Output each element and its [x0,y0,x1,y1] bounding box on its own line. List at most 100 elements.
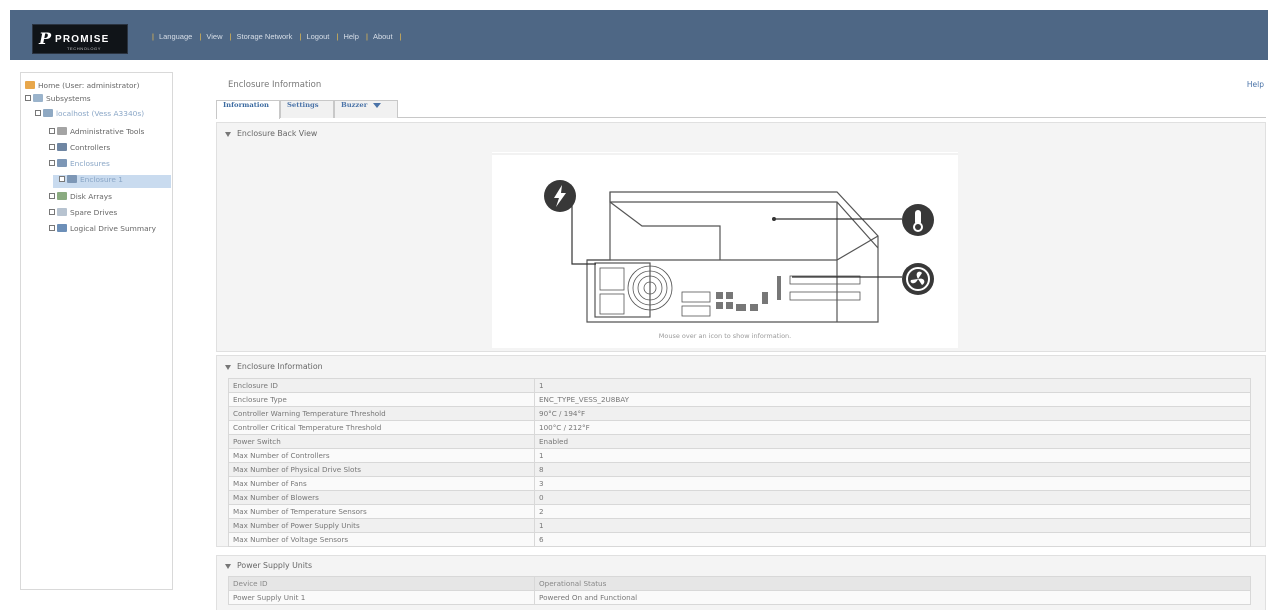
property-value: 2 [534,504,1251,519]
table-row: Power Switch Enabled [228,434,1251,449]
expand-toggle-icon[interactable] [49,160,55,166]
property-value: 1 [534,378,1251,393]
enclosure-back-view-diagram: Mouse over an icon to show information. [492,152,958,348]
nav-help[interactable]: Help [343,32,358,41]
thermometer-icon[interactable] [902,204,934,236]
navigation-tree: Home (User: administrator) Subsystems lo… [20,72,173,590]
fan-icon[interactable] [902,263,934,295]
help-link[interactable]: Help [1247,80,1264,89]
property-label: Max Number of Temperature Sensors [228,504,535,519]
controller-icon [57,143,67,151]
tab-information[interactable]: Information [216,100,280,119]
property-label: Max Number of Physical Drive Slots [228,462,535,477]
table-row: Power Supply Unit 1 Powered On and Functi… [228,590,1251,605]
top-header-bar: P PROMISE TECHNOLOGY | Language | View | St… [10,10,1268,60]
power-supply-table: Device ID Operational Status Power Supply … [228,576,1251,605]
enclosure-info-table: Enclosure ID 1 Enclosure Type ENC_TYPE_VESS… [228,378,1251,547]
nav-storage-network[interactable]: Storage Network [237,32,293,41]
expand-toggle-icon[interactable] [25,95,31,101]
property-value: Enabled [534,434,1251,449]
tab-settings[interactable]: Settings [280,100,334,118]
property-label: Controller Critical Temperature Threshol… [228,420,535,435]
property-value: ENC_TYPE_VESS_2U8BAY [534,392,1251,407]
tree-item-administrative-tools[interactable]: Administrative Tools [49,127,144,140]
tree-item-disk-arrays[interactable]: Disk Arrays [49,192,112,205]
table-row: Max Number of Voltage Sensors 6 [228,532,1251,547]
chevron-down-icon[interactable] [373,102,382,108]
tab-bar: Information Settings Buzzer [216,100,1266,119]
nav-logout[interactable]: Logout [306,32,329,41]
property-label: Max Number of Voltage Sensors [228,532,535,547]
power-icon[interactable] [544,180,576,212]
table-row: Enclosure Type ENC_TYPE_VESS_2U8BAY [228,392,1251,407]
property-value: 6 [534,532,1251,547]
expand-toggle-icon[interactable] [49,144,55,150]
property-label: Max Number of Power Supply Units [228,518,535,533]
property-value: 1 [534,518,1251,533]
table-row: Max Number of Physical Drive Slots 8 [228,462,1251,477]
promise-logo: P PROMISE TECHNOLOGY [32,24,128,54]
expand-toggle-icon[interactable] [49,225,55,231]
temperature-gauge-icon [913,210,923,232]
tree-item-localhost[interactable]: localhost (Vess A3340s) [35,109,144,122]
tree-item-home[interactable]: Home (User: administrator) [25,81,139,94]
table-row: Max Number of Controllers 1 [228,448,1251,463]
property-label: Power Switch [228,434,535,449]
property-value: 1 [534,448,1251,463]
expand-toggle-icon[interactable] [49,193,55,199]
nav-view[interactable]: View [206,32,222,41]
lightning-bolt-icon [554,185,566,207]
table-row: Max Number of Fans 3 [228,476,1251,491]
property-label: Enclosure Type [228,392,535,407]
table-row: Enclosure ID 1 [228,378,1251,393]
subsystems-icon [33,94,43,102]
property-label: Max Number of Controllers [228,448,535,463]
table-row: Controller Warning Temperature Threshold… [228,406,1251,421]
property-value: 100°C / 212°F [534,420,1251,435]
collapse-triangle-icon [225,563,231,569]
home-icon [25,81,35,89]
property-value: Powered On and Functional [534,590,1251,605]
tree-item-spare-drives[interactable]: Spare Drives [49,208,117,221]
spare-drive-icon [57,208,67,216]
tools-icon [57,127,67,135]
tab-buzzer[interactable]: Buzzer [334,100,398,118]
collapse-triangle-icon [225,131,231,137]
enclosure-icon [67,175,77,183]
table-row: Controller Critical Temperature Threshol… [228,420,1251,435]
diagram-hint: Mouse over an icon to show information. [658,332,792,340]
property-label: Max Number of Fans [228,476,535,491]
tree-item-subsystems[interactable]: Subsystems [25,94,91,107]
collapse-triangle-icon [225,364,231,370]
enclosure-info-heading[interactable]: Enclosure Information [225,362,323,371]
nav-about[interactable]: About [373,32,393,41]
server-icon [43,109,53,117]
expand-toggle-icon[interactable] [35,110,41,116]
expand-toggle-icon[interactable] [49,128,55,134]
logical-drive-icon [57,224,67,232]
main-content: Enclosure Information Help Information S… [216,72,1266,610]
expand-toggle-icon[interactable] [49,209,55,215]
disk-array-icon [57,192,67,200]
property-label: Enclosure ID [228,378,535,393]
table-row: Max Number of Blowers 0 [228,490,1251,505]
power-supply-heading[interactable]: Power Supply Units [225,561,312,570]
property-label: Power Supply Unit 1 [228,590,535,605]
tree-item-enclosure-1[interactable]: Enclosure 1 [53,175,171,188]
enclosure-icon [57,159,67,167]
top-nav: | Language | View | Storage Network | Logout… [152,32,402,41]
tree-item-controllers[interactable]: Controllers [49,143,110,156]
fan-blades-icon [906,267,930,291]
expand-toggle-icon[interactable] [59,176,65,182]
column-header: Device ID [228,576,535,591]
nav-language[interactable]: Language [159,32,192,41]
property-value: 0 [534,490,1251,505]
property-value: 8 [534,462,1251,477]
back-view-heading[interactable]: Enclosure Back View [225,129,317,138]
table-row: Max Number of Temperature Sensors 2 [228,504,1251,519]
table-header-row: Device ID Operational Status [228,576,1251,591]
tree-item-enclosures[interactable]: Enclosures [49,159,110,172]
property-label: Controller Warning Temperature Threshold [228,406,535,421]
tree-item-logical-drive-summary[interactable]: Logical Drive Summary [49,224,156,237]
table-row: Max Number of Power Supply Units 1 [228,518,1251,533]
